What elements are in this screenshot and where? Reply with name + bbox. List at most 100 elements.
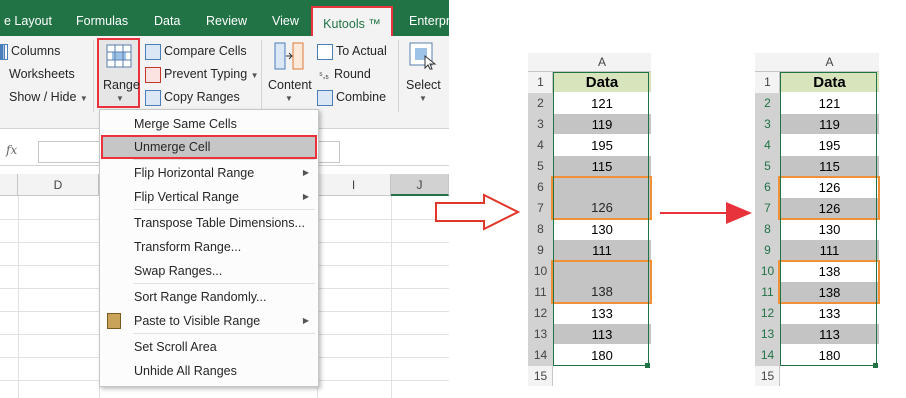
range-button[interactable]: Range ▼ (97, 38, 140, 108)
fill-handle[interactable] (873, 363, 878, 368)
menu-item-unhide-all-ranges[interactable]: Unhide All Ranges (101, 359, 317, 383)
red-arrow-icon (660, 202, 752, 224)
outline-arrow-icon (435, 193, 520, 231)
menu-item-sort-range-randomly[interactable]: Sort Range Randomly... (101, 285, 317, 309)
to-actual-button[interactable]: To Actual (317, 40, 387, 62)
select-icon (409, 42, 437, 70)
row-number[interactable]: 4 (755, 135, 780, 156)
to-actual-icon (317, 43, 333, 60)
menu-item-transpose-table-dimensions[interactable]: Transpose Table Dimensions... (101, 211, 317, 235)
tab-page-layout[interactable]: e Layout (4, 0, 52, 36)
row-number[interactable]: 6 (755, 177, 780, 198)
range-icon (106, 44, 132, 68)
menu-item-label: Transpose Table Dimensions... (134, 216, 305, 230)
row-number[interactable]: 13 (755, 324, 780, 345)
row-number[interactable]: 14 (528, 345, 553, 366)
selection-border (780, 72, 877, 366)
row-number[interactable]: 2 (755, 93, 780, 114)
menu-item-label: Flip Vertical Range (134, 190, 239, 204)
row-number[interactable]: 15 (755, 366, 780, 387)
row-number[interactable]: 6 (528, 177, 553, 198)
function-icon[interactable]: fx (6, 143, 28, 161)
row-number[interactable]: 1 (528, 72, 553, 93)
menu-separator (133, 159, 315, 160)
tab-view[interactable]: View (272, 0, 299, 36)
compare-cells-button[interactable]: Compare Cells (145, 40, 247, 62)
prevent-typing-button[interactable]: Prevent Typing ▼ (145, 63, 259, 85)
column-header-d[interactable]: D (18, 174, 99, 196)
chevron-down-icon: ▼ (285, 94, 293, 103)
show-hide-button[interactable]: Show / Hide ▼ (0, 86, 88, 108)
chevron-down-icon: ▼ (79, 94, 88, 103)
row-number[interactable]: 8 (528, 219, 553, 240)
menu-item-label: Set Scroll Area (134, 340, 217, 354)
worksheets-icon (0, 68, 6, 82)
row-number[interactable]: 3 (755, 114, 780, 135)
row-number[interactable]: 7 (755, 198, 780, 219)
select-label: Select (406, 78, 441, 92)
select-button[interactable]: Select ▼ (402, 40, 444, 110)
combine-icon (317, 89, 333, 106)
chevron-down-icon: ▼ (116, 94, 124, 103)
row-number[interactable]: 4 (528, 135, 553, 156)
row-number[interactable]: 14 (755, 345, 780, 366)
copy-ranges-button[interactable]: Copy Ranges (145, 86, 240, 108)
row-number[interactable]: 5 (755, 156, 780, 177)
tab-formulas[interactable]: Formulas (76, 0, 128, 36)
worksheets-button[interactable]: Worksheets (0, 63, 75, 85)
row-number[interactable]: 9 (528, 240, 553, 261)
grid-column-line (18, 196, 19, 398)
submenu-arrow-icon: ▶ (302, 316, 309, 325)
tab-data[interactable]: Data (154, 0, 180, 36)
menu-item-flip-vertical-range[interactable]: Flip Vertical Range ▶ (101, 185, 317, 209)
row-number[interactable]: 3 (528, 114, 553, 135)
row-number[interactable]: 2 (528, 93, 553, 114)
menu-item-label: Paste to Visible Range (134, 314, 261, 328)
selection-border (553, 72, 649, 366)
row-number[interactable]: 7 (528, 198, 553, 219)
row-number[interactable]: 13 (528, 324, 553, 345)
row-number[interactable]: 15 (528, 366, 553, 387)
row-number[interactable]: 12 (755, 303, 780, 324)
column-header[interactable] (0, 174, 18, 196)
menu-item-flip-horizontal-range[interactable]: Flip Horizontal Range ▶ (101, 161, 317, 185)
column-header-a[interactable]: A (780, 53, 879, 72)
menu-item-swap-ranges[interactable]: Swap Ranges... (101, 259, 317, 283)
sheet-after: A 1 2 3 4 5 6 7 8 9 10 11 12 13 14 15 Data 121 119 195 115 12… (755, 53, 880, 387)
row-number[interactable]: 9 (755, 240, 780, 261)
menu-item-transform-range[interactable]: Transform Range... (101, 235, 317, 259)
submenu-arrow-icon: ▶ (302, 168, 309, 177)
menu-item-label: Flip Horizontal Range (134, 166, 255, 180)
combine-button[interactable]: Combine (317, 86, 386, 108)
row-number[interactable]: 10 (755, 261, 780, 282)
row-number[interactable]: 8 (755, 219, 780, 240)
menu-item-label: Transform Range... (134, 240, 242, 254)
fill-handle[interactable] (645, 363, 650, 368)
row-number[interactable]: 1 (755, 72, 780, 93)
row-number[interactable]: 11 (528, 282, 553, 303)
content-icon (274, 42, 304, 70)
row-number[interactable]: 5 (528, 156, 553, 177)
menu-item-label: Unmerge Cell (134, 140, 211, 154)
content-button[interactable]: Content ▼ (266, 40, 312, 110)
column-header-a[interactable]: A (553, 53, 651, 72)
tab-enterprise[interactable]: Enterpri (409, 0, 449, 36)
row-number[interactable]: 10 (528, 261, 553, 282)
menu-item-merge-same-cells[interactable]: Merge Same Cells (101, 112, 317, 136)
menu-item-paste-to-visible-range[interactable]: Paste to Visible Range ▶ (101, 309, 317, 333)
round-button[interactable]: ⁵,₅ Round (317, 63, 371, 85)
menu-item-label: Swap Ranges... (134, 264, 223, 278)
column-header-row: A (755, 53, 879, 72)
tab-review[interactable]: Review (206, 0, 247, 36)
menu-item-unmerge-cell[interactable]: Unmerge Cell (101, 135, 317, 159)
range-dropdown-menu: Merge Same Cells Unmerge Cell Flip Horizon… (99, 109, 319, 387)
row-number[interactable]: 11 (755, 282, 780, 303)
menu-item-set-scroll-area[interactable]: Set Scroll Area (101, 335, 317, 359)
menu-separator (133, 333, 315, 334)
column-header-row: A (528, 53, 651, 72)
row-number[interactable]: 12 (528, 303, 553, 324)
columns-button[interactable]: Columns (0, 40, 60, 62)
tab-kutools[interactable]: Kutools ™ (311, 6, 393, 40)
column-header-i[interactable]: I (317, 174, 391, 196)
columns-icon (0, 43, 8, 60)
